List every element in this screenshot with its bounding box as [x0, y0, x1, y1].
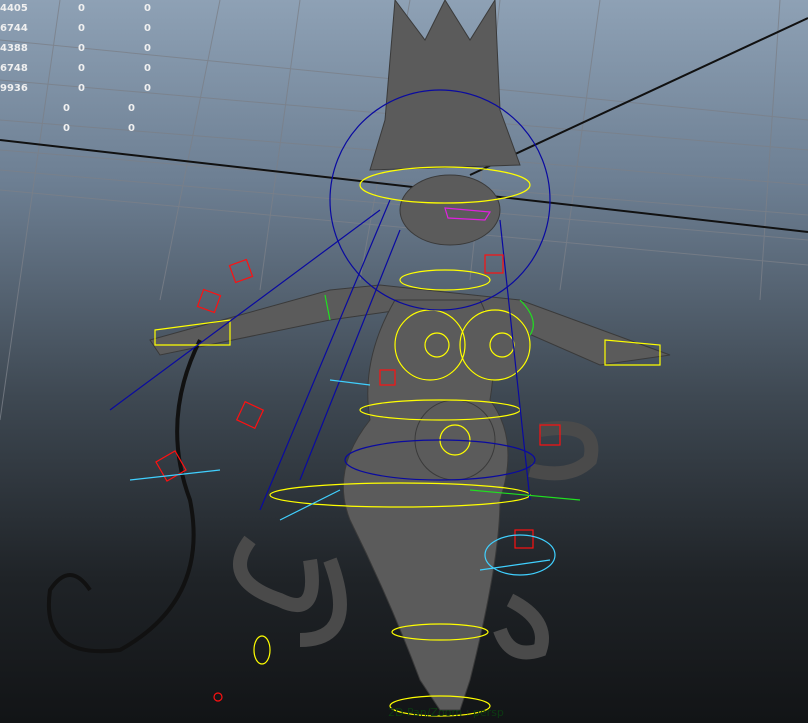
hud-row: 4388 0 0 [0, 43, 170, 57]
hud-value: 0 [63, 103, 70, 114]
hud-row: 6744 0 0 [0, 23, 170, 37]
hud-value: 0 [78, 83, 85, 94]
hud-value: 6744 [0, 23, 28, 34]
hud-row: 00 [0, 123, 170, 137]
hud-value: 0 [78, 43, 85, 54]
hud-value: 0 [144, 63, 151, 74]
maya-perspective-viewport[interactable]: 4405 0 0 6744 0 0 4388 0 0 6748 0 0 9936 0 0 00 00… [0, 0, 808, 723]
hud-value: 4388 [0, 43, 28, 54]
hud-value: 0 [128, 103, 135, 114]
hud-value: 9936 [0, 83, 28, 94]
hud-value: 0 [144, 23, 151, 34]
character-mesh [149, 0, 671, 711]
hud-value: 0 [144, 3, 151, 14]
grid-axis-line [469, 17, 808, 176]
hud-value: 0 [144, 83, 151, 94]
hud-value: 0 [128, 123, 135, 134]
hud-value: 0 [78, 3, 85, 14]
hud-row: 6748 0 0 [0, 63, 170, 77]
hud-value: 0 [63, 123, 70, 134]
hud-row: 4405 0 0 [0, 3, 170, 17]
hud-value: 6748 [0, 63, 28, 74]
camera-label: 2D Pan/Zoom : persp [388, 706, 504, 719]
hud-value: 0 [78, 23, 85, 34]
hud-row: 9936 0 0 [0, 83, 170, 97]
hud-row: 00 [0, 103, 170, 117]
hair-strand-black [46, 339, 202, 654]
hud-value: 4405 [0, 3, 28, 14]
hud-value: 0 [78, 63, 85, 74]
hud-value: 0 [144, 43, 151, 54]
